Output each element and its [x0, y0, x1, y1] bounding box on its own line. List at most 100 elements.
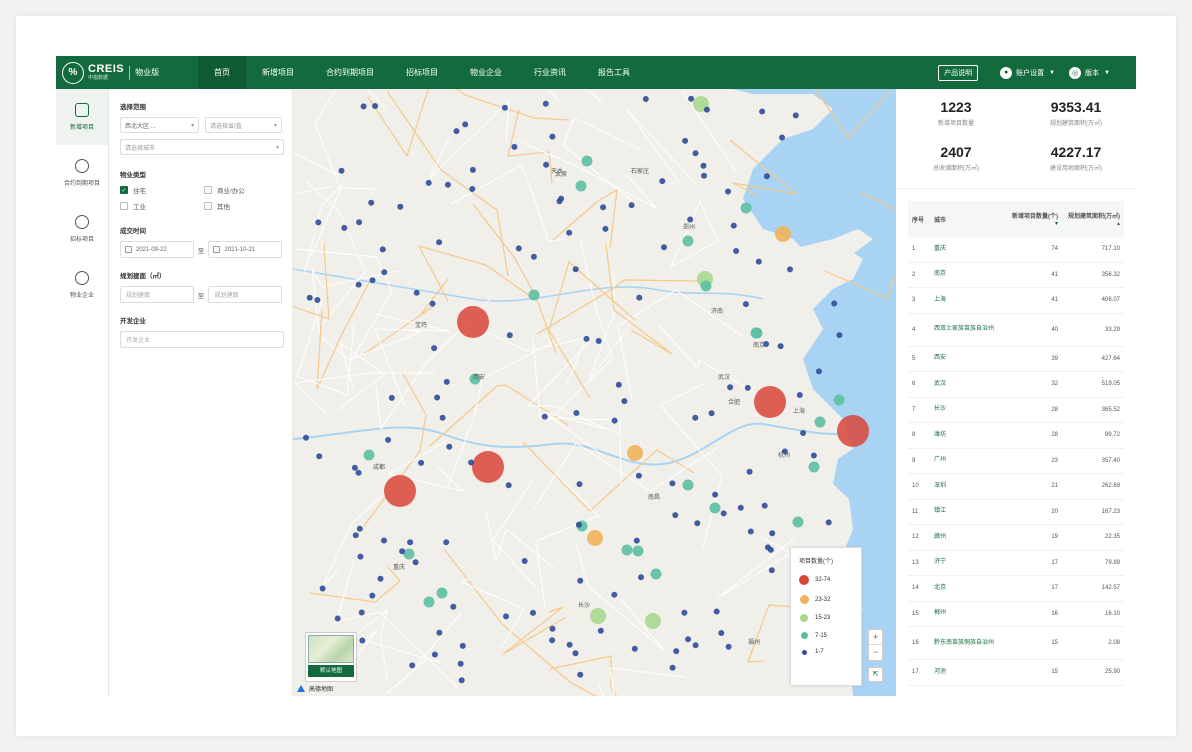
project-marker[interactable] — [431, 345, 438, 352]
project-marker[interactable] — [638, 574, 644, 581]
map-canvas[interactable]: 宝鸡 天水 石家庄 太原 合肥 南京 上海 武汉 长沙 重庆 成都 西安 郑州 济南 杭州 福州 南昌 默认地图… — [293, 89, 896, 696]
cell-city[interactable]: 重庆 — [930, 245, 1006, 254]
project-marker[interactable] — [399, 548, 406, 555]
project-marker[interactable] — [506, 332, 513, 339]
project-marker[interactable] — [403, 548, 415, 560]
project-marker[interactable] — [384, 475, 416, 507]
table-row[interactable]: 12 赣州 19 22.35 — [908, 525, 1124, 551]
project-marker[interactable] — [632, 545, 644, 557]
rail-item-3[interactable]: 物业企业 — [56, 257, 108, 313]
project-marker[interactable] — [453, 128, 460, 135]
project-marker[interactable] — [425, 179, 432, 186]
project-marker[interactable] — [359, 637, 366, 644]
table-row[interactable]: 14 北京 17 142.57 — [908, 576, 1124, 602]
city-select[interactable]: 请选择城市 ▾ — [120, 139, 284, 155]
project-marker[interactable] — [472, 451, 504, 483]
project-marker[interactable] — [733, 248, 740, 254]
project-marker[interactable] — [369, 277, 376, 284]
nav-item-5[interactable]: 行业资讯 — [518, 56, 582, 89]
rail-item-2[interactable]: 招标项目 — [56, 201, 108, 257]
zoom-in-button[interactable]: + — [869, 630, 882, 645]
project-marker[interactable] — [688, 95, 695, 102]
project-marker[interactable] — [703, 106, 710, 113]
project-marker[interactable] — [615, 381, 622, 388]
cell-city[interactable]: 河池 — [930, 668, 1006, 677]
project-marker[interactable] — [468, 459, 475, 466]
project-marker[interactable] — [631, 645, 638, 652]
project-marker[interactable] — [388, 394, 395, 401]
project-marker[interactable] — [595, 338, 602, 344]
project-marker[interactable] — [543, 161, 550, 168]
project-marker[interactable] — [611, 591, 618, 598]
project-marker[interactable] — [369, 592, 376, 599]
cell-city[interactable]: 广州 — [930, 456, 1006, 465]
project-marker[interactable] — [767, 546, 774, 553]
developer-input[interactable]: 开发企业 — [120, 331, 284, 348]
project-marker[interactable] — [443, 378, 450, 385]
project-marker[interactable] — [628, 202, 635, 209]
project-marker[interactable] — [746, 468, 753, 475]
cell-city[interactable]: 赣州 — [930, 533, 1006, 542]
project-marker[interactable] — [541, 413, 548, 420]
project-marker[interactable] — [759, 108, 766, 115]
version-menu[interactable]: ◎ 版本 ▼ — [1069, 66, 1110, 79]
date-from-input[interactable]: 2021-09-22 — [120, 241, 194, 258]
zoom-out-button[interactable]: − — [869, 645, 882, 660]
project-marker[interactable] — [429, 300, 436, 307]
project-marker[interactable] — [708, 410, 715, 417]
project-marker[interactable] — [587, 530, 603, 546]
project-marker[interactable] — [700, 162, 707, 169]
project-marker[interactable] — [761, 502, 768, 509]
project-marker[interactable] — [530, 609, 536, 616]
cell-city[interactable]: 济宁 — [930, 558, 1006, 567]
project-marker[interactable] — [635, 472, 642, 479]
cell-city[interactable]: 郴州 — [930, 609, 1006, 618]
project-marker[interactable] — [303, 434, 309, 441]
project-marker[interactable] — [633, 537, 640, 544]
project-marker[interactable] — [505, 482, 512, 489]
project-marker[interactable] — [443, 539, 450, 546]
nav-item-4[interactable]: 物业企业 — [454, 56, 518, 89]
project-marker[interactable] — [787, 266, 793, 273]
project-marker[interactable] — [436, 587, 448, 599]
project-marker[interactable] — [800, 430, 807, 436]
table-row[interactable]: 1 重庆 74 717.10 — [908, 237, 1124, 263]
cell-city[interactable]: 西双土家族苗族自治州 — [930, 325, 1006, 334]
project-marker[interactable] — [621, 398, 628, 405]
project-marker[interactable] — [436, 629, 443, 636]
cell-city[interactable]: 北京 — [930, 584, 1006, 593]
project-marker[interactable] — [352, 532, 359, 539]
project-marker[interactable] — [566, 229, 573, 236]
project-marker[interactable] — [810, 452, 817, 459]
project-marker[interactable] — [542, 100, 549, 107]
project-marker[interactable] — [407, 539, 414, 546]
project-marker[interactable] — [379, 246, 386, 253]
project-marker[interactable] — [462, 121, 469, 128]
fullscreen-button[interactable]: ⇱ — [868, 667, 883, 682]
project-marker[interactable] — [355, 469, 362, 476]
table-row[interactable]: 16 黔东南苗族侗族自治州 15 2.08 — [908, 627, 1124, 660]
cell-city[interactable]: 镇江 — [930, 507, 1006, 516]
project-marker[interactable] — [831, 300, 838, 307]
project-marker[interactable] — [730, 222, 737, 229]
project-marker[interactable] — [436, 239, 443, 246]
project-marker[interactable] — [521, 558, 528, 564]
project-marker[interactable] — [661, 244, 667, 251]
project-marker[interactable] — [763, 173, 770, 180]
project-marker[interactable] — [357, 553, 364, 560]
project-marker[interactable] — [682, 137, 689, 144]
project-marker[interactable] — [777, 343, 784, 350]
project-marker[interactable] — [747, 528, 754, 535]
project-marker[interactable] — [681, 609, 688, 616]
cell-city[interactable]: 深圳 — [930, 482, 1006, 491]
province-select[interactable]: 请选择省/直 ▾ — [204, 117, 282, 133]
project-marker[interactable] — [611, 417, 618, 424]
project-marker[interactable] — [581, 155, 593, 167]
project-marker[interactable] — [549, 637, 556, 644]
project-marker[interactable] — [338, 167, 345, 174]
project-marker[interactable] — [397, 203, 404, 210]
project-marker[interactable] — [694, 520, 701, 527]
table-row[interactable]: 9 广州 23 357.40 — [908, 449, 1124, 474]
project-marker[interactable] — [572, 266, 579, 273]
nav-item-2[interactable]: 合约到期项目 — [310, 56, 390, 89]
